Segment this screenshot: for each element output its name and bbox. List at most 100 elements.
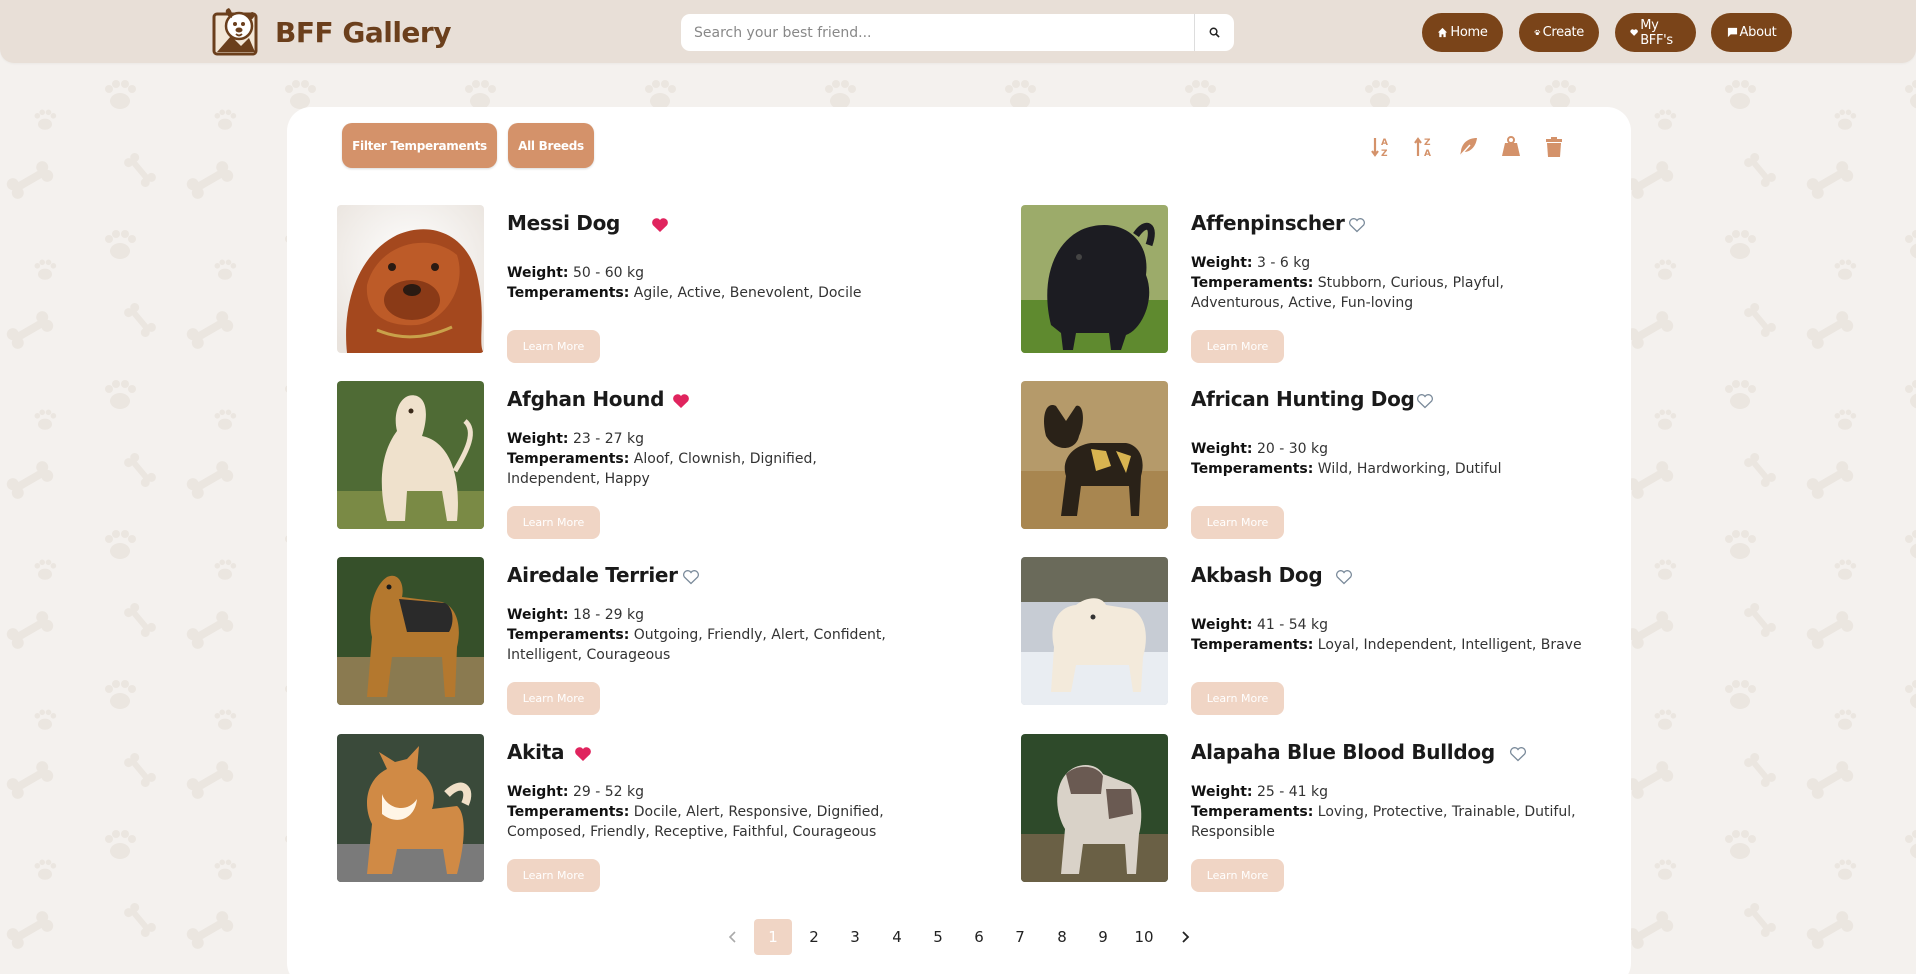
temperaments-label: Temperaments: bbox=[1191, 275, 1314, 291]
breed-weight: Weight: 50 - 60 kg bbox=[507, 263, 927, 283]
dog-photo[interactable] bbox=[1021, 734, 1168, 882]
breed-name: African Hunting Dog bbox=[1191, 387, 1415, 411]
favorite-heart-outline-icon[interactable] bbox=[1416, 393, 1434, 409]
heart-icon bbox=[1630, 29, 1638, 36]
dog-photo[interactable] bbox=[1021, 205, 1168, 353]
nav-my-bffs-button[interactable]: My BFF's bbox=[1615, 13, 1696, 52]
filter-temperaments-button[interactable]: Filter Temperaments bbox=[342, 123, 497, 168]
dog-photo[interactable] bbox=[337, 381, 484, 529]
breed-name: Akbash Dog bbox=[1191, 563, 1323, 587]
favorite-heart-outline-icon[interactable] bbox=[1335, 569, 1353, 585]
sort-weight-heavy-button[interactable] bbox=[1497, 133, 1525, 161]
weight-label: Weight: bbox=[1191, 617, 1253, 633]
breed-name: Afghan Hound bbox=[507, 387, 665, 411]
temperaments-label: Temperaments: bbox=[507, 451, 630, 467]
dog-photo[interactable] bbox=[337, 557, 484, 705]
weight-label: Weight: bbox=[507, 607, 569, 623]
page-button-6[interactable]: 6 bbox=[960, 919, 998, 955]
breed-weight: Weight: 18 - 29 kg bbox=[507, 605, 927, 625]
favorite-heart-filled-icon[interactable] bbox=[672, 393, 690, 409]
search-icon bbox=[1209, 27, 1220, 38]
breed-card: Affenpinscher Weight: 3 - 6 kg Temperame… bbox=[1021, 205, 1661, 363]
learn-more-button[interactable]: Learn More bbox=[1191, 330, 1284, 363]
learn-more-button[interactable]: Learn More bbox=[507, 330, 600, 363]
chevron-right-icon bbox=[1182, 931, 1190, 943]
weight-label: Weight: bbox=[507, 784, 569, 800]
weight-value: 29 - 52 kg bbox=[572, 784, 645, 800]
dog-photo[interactable] bbox=[337, 205, 484, 353]
search-button[interactable] bbox=[1194, 14, 1234, 51]
svg-text:A: A bbox=[1381, 138, 1388, 148]
favorite-heart-outline-icon[interactable] bbox=[682, 569, 700, 585]
favorite-heart-filled-icon[interactable] bbox=[574, 746, 592, 762]
svg-text:A: A bbox=[1424, 149, 1431, 159]
temperaments-label: Temperaments: bbox=[1191, 461, 1314, 477]
weight-value: 50 - 60 kg bbox=[572, 265, 645, 281]
breed-card: Alapaha Blue Blood Bulldog Weight: 25 - … bbox=[1021, 734, 1661, 892]
page-button-9[interactable]: 9 bbox=[1084, 919, 1122, 955]
breed-name: Affenpinscher bbox=[1191, 211, 1345, 235]
app-title: BFF Gallery bbox=[275, 15, 451, 49]
svg-text:Z: Z bbox=[1424, 138, 1431, 148]
page-button-2[interactable]: 2 bbox=[795, 919, 833, 955]
breed-temperaments: Temperaments: Aloof, Clownish, Dignified… bbox=[507, 449, 837, 489]
favorite-heart-outline-icon[interactable] bbox=[1348, 217, 1366, 233]
breed-temperaments: Temperaments: Loyal, Independent, Intell… bbox=[1191, 635, 1631, 655]
breed-temperaments: Temperaments: Loving, Protective, Traina… bbox=[1191, 802, 1591, 842]
breed-name: Airedale Terrier bbox=[507, 563, 678, 587]
prev-page-button[interactable] bbox=[714, 919, 752, 955]
breed-card: Airedale Terrier Weight: 18 - 29 kg Temp… bbox=[337, 557, 977, 715]
sort-za-icon: Z A bbox=[1414, 137, 1431, 159]
brand[interactable]: BFF Gallery bbox=[211, 7, 451, 57]
breed-temperaments: Temperaments: Stubborn, Curious, Playful… bbox=[1191, 273, 1521, 313]
feather-icon bbox=[1459, 138, 1477, 157]
nav-create-button[interactable]: Create bbox=[1519, 13, 1599, 52]
nav-home-button[interactable]: Home bbox=[1422, 13, 1503, 52]
breed-temperaments: Temperaments: Docile, Alert, Responsive,… bbox=[507, 802, 907, 842]
home-icon bbox=[1438, 27, 1448, 38]
weight-value: 18 - 29 kg bbox=[572, 607, 645, 623]
gallery-panel: Filter Temperaments All Breeds A Z Z A M… bbox=[287, 107, 1631, 974]
learn-more-button[interactable]: Learn More bbox=[507, 682, 600, 715]
weight-label: Weight: bbox=[1191, 441, 1253, 457]
top-header: BFF Gallery Home Create My BFF's About bbox=[0, 0, 1916, 63]
temperaments-value: Agile, Active, Benevolent, Docile bbox=[633, 285, 862, 301]
paw-icon bbox=[1534, 29, 1541, 36]
favorite-heart-outline-icon[interactable] bbox=[1509, 746, 1527, 762]
page-button-8[interactable]: 8 bbox=[1043, 919, 1081, 955]
page-button-7[interactable]: 7 bbox=[1001, 919, 1039, 955]
all-breeds-button[interactable]: All Breeds bbox=[508, 123, 594, 168]
sort-weight-light-button[interactable] bbox=[1454, 133, 1482, 161]
page-button-1[interactable]: 1 bbox=[754, 919, 792, 955]
sort-az-icon: A Z bbox=[1371, 138, 1388, 159]
weight-label: Weight: bbox=[1191, 784, 1253, 800]
page-button-3[interactable]: 3 bbox=[836, 919, 874, 955]
breed-weight: Weight: 3 - 6 kg bbox=[1191, 253, 1611, 273]
sort-za-button[interactable]: Z A bbox=[1411, 133, 1439, 161]
dog-photo[interactable] bbox=[1021, 381, 1168, 529]
page-button-5[interactable]: 5 bbox=[919, 919, 957, 955]
page-button-4[interactable]: 4 bbox=[878, 919, 916, 955]
learn-more-button[interactable]: Learn More bbox=[1191, 859, 1284, 892]
learn-more-button[interactable]: Learn More bbox=[507, 506, 600, 539]
breed-name: Messi Dog bbox=[507, 211, 621, 235]
dog-photo[interactable] bbox=[1021, 557, 1168, 705]
weight-value: 23 - 27 kg bbox=[572, 431, 645, 447]
breed-weight: Weight: 29 - 52 kg bbox=[507, 782, 927, 802]
dog-photo[interactable] bbox=[337, 734, 484, 882]
breed-card: African Hunting Dog Weight: 20 - 30 kg T… bbox=[1021, 381, 1661, 539]
sort-az-button[interactable]: A Z bbox=[1368, 133, 1396, 161]
page-button-10[interactable]: 10 bbox=[1125, 919, 1163, 955]
learn-more-button[interactable]: Learn More bbox=[507, 859, 600, 892]
breed-weight: Weight: 20 - 30 kg bbox=[1191, 439, 1611, 459]
breed-card: Akita Weight: 29 - 52 kg Temperaments: D… bbox=[337, 734, 977, 892]
search-input[interactable] bbox=[681, 14, 1194, 51]
learn-more-button[interactable]: Learn More bbox=[1191, 506, 1284, 539]
nav-about-button[interactable]: About bbox=[1711, 13, 1792, 52]
learn-more-button[interactable]: Learn More bbox=[1191, 682, 1284, 715]
favorite-heart-filled-icon[interactable] bbox=[651, 217, 669, 233]
clear-filters-button[interactable] bbox=[1540, 133, 1568, 161]
chevron-left-icon bbox=[728, 931, 736, 943]
next-page-button[interactable] bbox=[1166, 919, 1204, 955]
breed-card: Afghan Hound Weight: 23 - 27 kg Temperam… bbox=[337, 381, 977, 539]
